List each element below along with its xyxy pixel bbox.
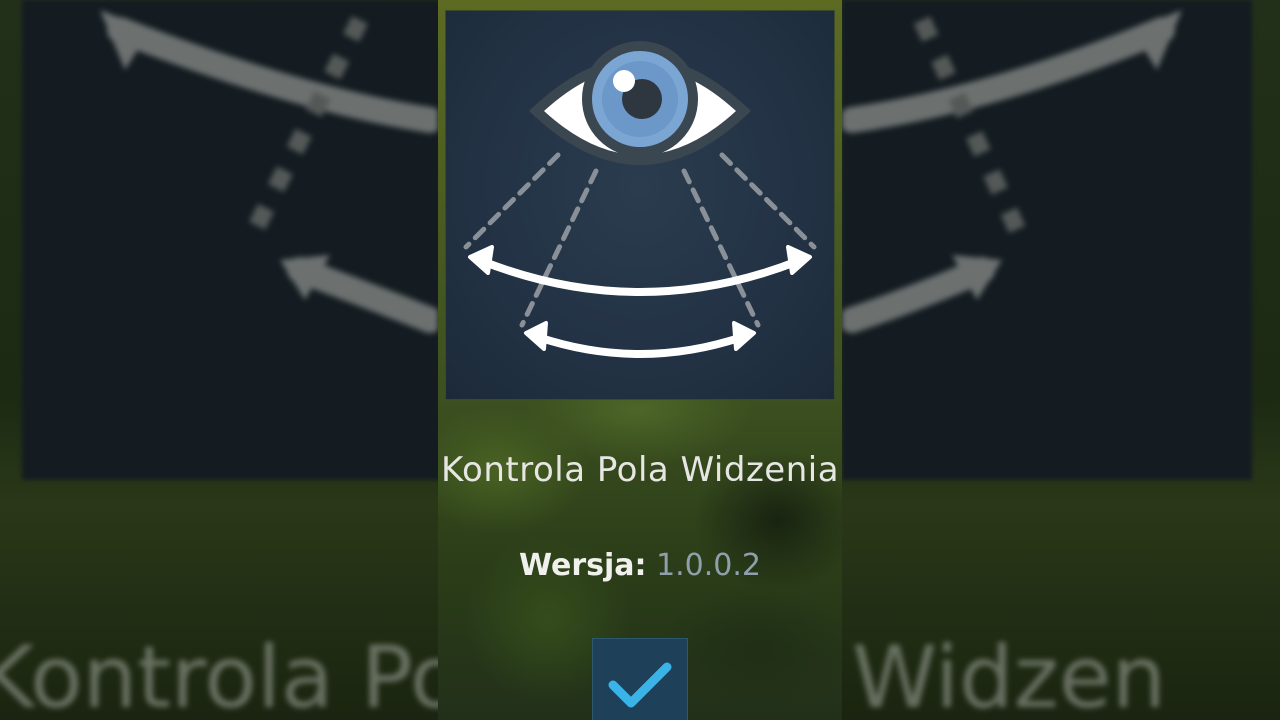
version-row: Wersja: 1.0.0.2 [438,548,842,583]
eye-field-of-view-icon [463,41,817,358]
backdrop-arrows-icon [842,10,1182,333]
blurred-backdrop-left: Kontrola Pola Widzenia [0,0,438,720]
blurred-backdrop-right: Widzen [842,0,1280,720]
app-title: Kontrola Pola Widzenia [440,450,840,490]
version-value: 1.0.0.2 [656,548,762,583]
confirm-button[interactable] [592,638,688,720]
backdrop-app-name: Kontrola Pola Widzenia [0,628,438,720]
backdrop-arrows-icon [100,10,438,333]
app-detail-panel: Kontrola Pola Widzenia Wersja: 1.0.0.2 [438,0,842,720]
backdrop-app-name: Widzen [852,628,1167,720]
checkmark-icon [608,662,672,708]
screen: Kontrola Pola Widzenia Widzen [0,0,1280,720]
version-label: Wersja: [518,548,647,583]
app-icon-tile [445,10,835,400]
